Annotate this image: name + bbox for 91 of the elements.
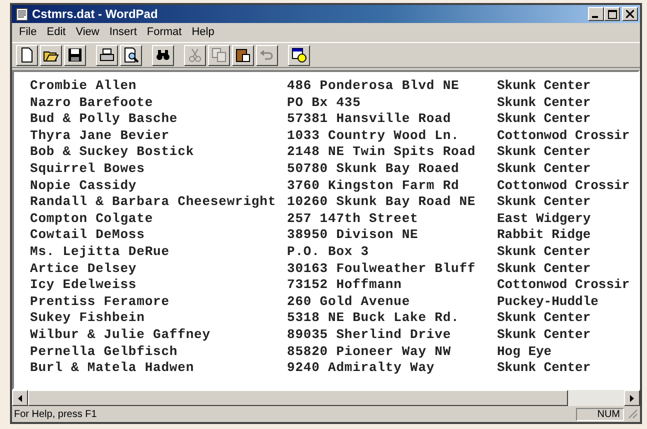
menu-item[interactable]: Edit bbox=[42, 26, 71, 38]
text-line: Sukey Fishbein bbox=[30, 310, 146, 327]
text-line: Skunk Center bbox=[497, 260, 591, 278]
text-line: Cowtail DeMoss bbox=[30, 227, 146, 244]
text-line: Crombie Allen bbox=[30, 78, 138, 95]
binoculars-icon bbox=[155, 47, 171, 63]
text-line: Artice Delsey bbox=[30, 260, 138, 278]
maximize-button[interactable] bbox=[604, 7, 620, 21]
text-line: Skunk Center bbox=[497, 360, 591, 377]
menu-item[interactable]: View bbox=[70, 26, 104, 38]
menu-item[interactable]: Insert bbox=[104, 26, 142, 38]
left-arrow-icon bbox=[18, 394, 22, 402]
text-line: 30163 Foulweather Bluff bbox=[287, 260, 477, 278]
text-line: Wilbur & Julie Gaffney bbox=[30, 326, 212, 344]
text-line: Prentiss Feramore bbox=[30, 294, 170, 310]
text-line: Nopie Cassidy bbox=[30, 178, 138, 194]
text-line: 38950 Divison NE bbox=[287, 227, 420, 244]
text-line: 85820 Pioneer Way NW bbox=[287, 344, 452, 360]
text-line: Nazro Barefoote bbox=[30, 94, 154, 112]
text-line: Skunk Center bbox=[497, 194, 591, 211]
text-line: Burl & Matela Hadwen bbox=[30, 360, 196, 377]
copy-icon bbox=[211, 47, 227, 63]
minimize-button[interactable] bbox=[588, 7, 604, 21]
resize-grip-icon[interactable] bbox=[628, 409, 638, 419]
binoculars-button[interactable] bbox=[152, 44, 174, 66]
text-line: East Widgery bbox=[497, 210, 591, 228]
menu-item[interactable]: Help bbox=[186, 26, 220, 38]
text-line: PO Bx 435 bbox=[287, 94, 362, 112]
text-line: Hog Eye bbox=[497, 344, 552, 360]
text-line: 50780 Skunk Bay Roaed bbox=[287, 160, 460, 178]
clipboard-button[interactable] bbox=[232, 44, 254, 66]
text-line: 260 Gold Avenue bbox=[287, 294, 412, 310]
text-line: Pernella Gelbfisch bbox=[30, 344, 179, 360]
text-line: Compton Colgate bbox=[30, 210, 154, 228]
text-line: 73152 Hoffmann bbox=[287, 277, 403, 294]
text-line: Cottonwod Crossir bbox=[497, 128, 630, 144]
maximize-icon bbox=[608, 10, 616, 18]
text-line: Skunk Center bbox=[497, 144, 591, 161]
menu-item[interactable]: File bbox=[14, 26, 42, 38]
text-line: Skunk Center bbox=[497, 326, 591, 344]
text-line: Ms. Lejitta DeRue bbox=[30, 244, 170, 261]
calendar-clock-icon bbox=[291, 47, 307, 63]
scroll-right-button[interactable] bbox=[624, 390, 640, 406]
right-arrow-icon bbox=[630, 394, 634, 402]
text-line: Icy Edelweiss bbox=[30, 277, 138, 294]
scroll-left-button[interactable] bbox=[12, 390, 28, 406]
close-icon bbox=[626, 10, 634, 18]
text-line: 57381 Hansville Road bbox=[287, 111, 452, 128]
text-line: 9240 Admiralty Way bbox=[287, 360, 436, 377]
floppy-disk-button[interactable] bbox=[64, 44, 86, 66]
text-line: Skunk Center bbox=[497, 244, 591, 261]
window-title: Cstmrs.dat - WordPad bbox=[32, 7, 159, 21]
document-icon bbox=[16, 8, 28, 20]
clipboard-icon bbox=[235, 47, 251, 63]
text-line: P.O. Box 3 bbox=[287, 244, 370, 261]
calendar-clock-button[interactable] bbox=[288, 44, 310, 66]
text-line: Skunk Center bbox=[497, 160, 591, 178]
text-line: Skunk Center bbox=[497, 310, 591, 327]
text-line: Skunk Center bbox=[497, 94, 591, 112]
text-line: Cottonwod Crossir bbox=[497, 277, 630, 294]
text-line: 257 147th Street bbox=[287, 210, 420, 228]
text-line: 5318 NE Buck Lake Rd. bbox=[287, 310, 460, 327]
text-line: Skunk Center bbox=[497, 78, 591, 95]
menu-item[interactable]: Format bbox=[142, 26, 187, 38]
text-line: Squirrel Bowes bbox=[30, 160, 146, 178]
text-line: 10260 Skunk Bay Road NE bbox=[287, 194, 477, 211]
text-line: Thyra Jane Bevier bbox=[30, 128, 170, 144]
close-button[interactable] bbox=[622, 7, 638, 21]
text-line: Bob & Suckey Bostick bbox=[30, 144, 196, 161]
text-line: Skunk Center bbox=[497, 111, 591, 128]
text-line: 89035 Sherlind Drive bbox=[287, 326, 452, 344]
page-magnifier-icon bbox=[123, 47, 139, 63]
new-document-button[interactable] bbox=[16, 44, 38, 66]
folder-button[interactable] bbox=[40, 44, 62, 66]
text-line: 1033 Country Wood Ln. bbox=[287, 128, 460, 144]
page-magnifier-button[interactable] bbox=[120, 44, 142, 66]
status-text: For Help, press F1 bbox=[14, 408, 98, 420]
new-document-icon bbox=[19, 47, 35, 63]
printer-icon bbox=[99, 47, 115, 63]
status-panel: NUM bbox=[576, 408, 624, 420]
text-line: Rabbit Ridge bbox=[497, 227, 591, 244]
text-line: 486 Ponderosa Blvd NE bbox=[287, 78, 460, 95]
text-line: 3760 Kingston Farm Rd bbox=[287, 178, 460, 194]
scissors-icon bbox=[187, 47, 203, 63]
text-line: Cottonwod Crossir bbox=[497, 178, 630, 194]
printer-button[interactable] bbox=[96, 44, 118, 66]
text-line: Randall & Barbara Cheesewright bbox=[30, 194, 278, 211]
text-line: Puckey-Huddle bbox=[497, 294, 598, 310]
text-line: 2148 NE Twin Spits Road bbox=[287, 144, 477, 161]
undo-icon bbox=[259, 47, 275, 63]
text-line: Bud & Polly Basche bbox=[30, 111, 179, 128]
